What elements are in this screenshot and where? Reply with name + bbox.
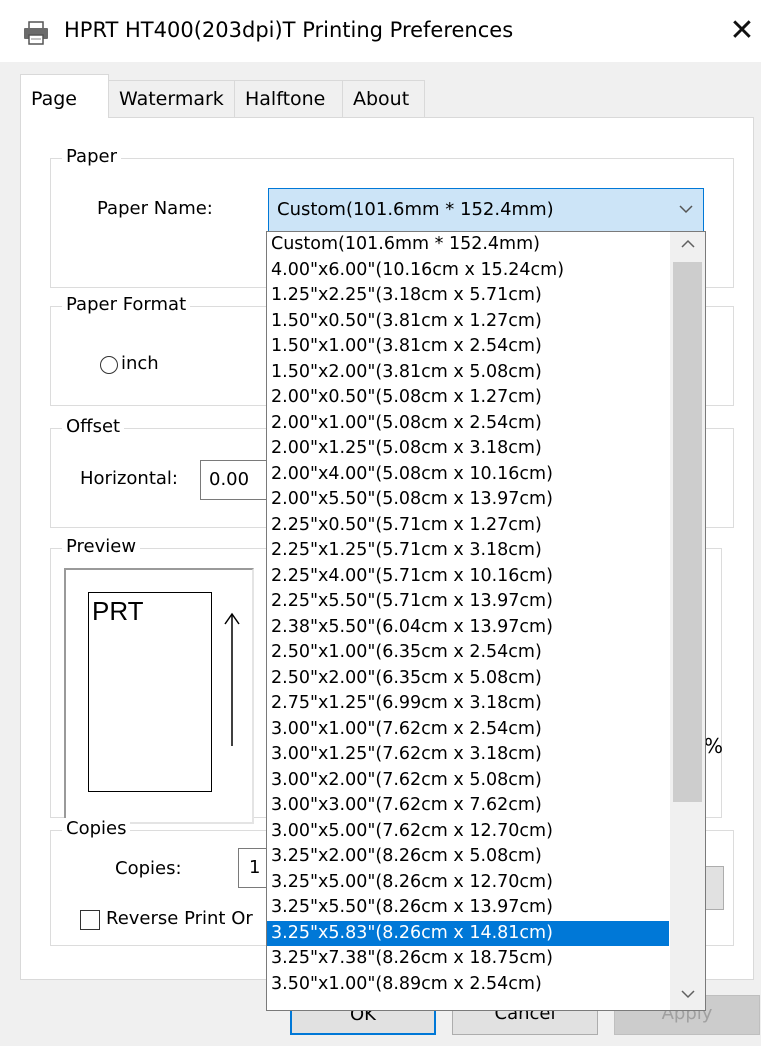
close-button[interactable]: ✕ bbox=[725, 14, 759, 48]
paper-name-label: Paper Name: bbox=[97, 198, 213, 219]
reverse-print-checkbox[interactable] bbox=[80, 910, 100, 930]
dropdown-option[interactable]: 3.50"x1.00"(8.89cm x 2.54cm) bbox=[267, 972, 669, 998]
dropdown-option[interactable]: 1.50"x0.50"(3.81cm x 1.27cm) bbox=[267, 309, 669, 335]
scroll-up-icon[interactable] bbox=[670, 236, 705, 256]
dropdown-option[interactable]: 2.00"x5.50"(5.08cm x 13.97cm) bbox=[267, 487, 669, 513]
dropdown-option[interactable]: 3.00"x2.00"(7.62cm x 5.08cm) bbox=[267, 768, 669, 794]
dropdown-option[interactable]: 2.75"x1.25"(6.99cm x 3.18cm) bbox=[267, 691, 669, 717]
dropdown-option[interactable]: 1.50"x2.00"(3.81cm x 5.08cm) bbox=[267, 360, 669, 386]
percent-fragment: % bbox=[704, 734, 724, 758]
dropdown-option-selected[interactable]: 3.25"x5.83"(8.26cm x 14.81cm) bbox=[267, 920, 669, 946]
dropdown-option[interactable]: 2.25"x4.00"(5.71cm x 10.16cm) bbox=[267, 564, 669, 590]
copies-group-label: Copies bbox=[62, 818, 131, 839]
dropdown-option[interactable]: 2.00"x4.00"(5.08cm x 10.16cm) bbox=[267, 462, 669, 488]
copies-label: Copies: bbox=[115, 858, 182, 879]
scroll-down-icon[interactable] bbox=[670, 986, 705, 1006]
tab-page[interactable]: Page bbox=[20, 74, 109, 118]
paper-name-dropdown-list[interactable]: Custom(101.6mm * 152.4mm) 4.00"x6.00"(10… bbox=[266, 231, 706, 1011]
dropdown-option[interactable]: 4.00"x6.00"(10.16cm x 15.24cm) bbox=[267, 258, 669, 284]
dropdown-option[interactable]: 2.00"x1.00"(5.08cm x 2.54cm) bbox=[267, 411, 669, 437]
paper-format-group-label: Paper Format bbox=[62, 294, 191, 315]
dropdown-scrollbar[interactable] bbox=[670, 232, 705, 1010]
horizontal-label: Horizontal: bbox=[80, 468, 178, 489]
dropdown-option[interactable]: 1.50"x1.00"(3.81cm x 2.54cm) bbox=[267, 334, 669, 360]
preview-paper-text: PRT bbox=[92, 596, 144, 626]
dropdown-option[interactable]: 3.00"x1.00"(7.62cm x 2.54cm) bbox=[267, 717, 669, 743]
dropdown-option[interactable]: 2.25"x5.50"(5.71cm x 13.97cm) bbox=[267, 589, 669, 615]
paper-group-label: Paper bbox=[62, 146, 121, 167]
window-title: HPRT HT400(203dpi)T Printing Preferences bbox=[64, 18, 514, 42]
dropdown-option[interactable]: 3.25"x5.50"(8.26cm x 13.97cm) bbox=[267, 895, 669, 921]
dropdown-option[interactable]: 3.00"x1.25"(7.62cm x 3.18cm) bbox=[267, 742, 669, 768]
dropdown-option[interactable]: 2.38"x5.50"(6.04cm x 13.97cm) bbox=[267, 615, 669, 641]
tab-about[interactable]: About bbox=[342, 80, 425, 117]
dropdown-option[interactable]: 3.00"x5.00"(7.62cm x 12.70cm) bbox=[267, 819, 669, 845]
inch-radio[interactable] bbox=[100, 356, 118, 374]
dropdown-option[interactable]: 1.25"x2.25"(3.18cm x 5.71cm) bbox=[267, 283, 669, 309]
dropdown-option[interactable]: 2.00"x0.50"(5.08cm x 1.27cm) bbox=[267, 385, 669, 411]
dropdown-option[interactable]: 3.00"x3.00"(7.62cm x 7.62cm) bbox=[267, 793, 669, 819]
dropdown-option[interactable]: 3.25"x5.00"(8.26cm x 12.70cm) bbox=[267, 870, 669, 896]
dropdown-option[interactable]: 2.25"x1.25"(5.71cm x 3.18cm) bbox=[267, 538, 669, 564]
dropdown-option[interactable]: 2.50"x2.00"(6.35cm x 5.08cm) bbox=[267, 666, 669, 692]
preview-group-label: Preview bbox=[62, 536, 141, 557]
printer-icon bbox=[22, 20, 50, 46]
dropdown-option[interactable]: Custom(101.6mm * 152.4mm) bbox=[267, 232, 669, 258]
paper-name-combobox[interactable]: Custom(101.6mm * 152.4mm) bbox=[268, 188, 704, 232]
offset-group-label: Offset bbox=[62, 416, 125, 437]
chevron-down-icon bbox=[679, 199, 693, 223]
dropdown-option[interactable]: 2.25"x0.50"(5.71cm x 1.27cm) bbox=[267, 513, 669, 539]
dropdown-option[interactable]: 2.00"x1.25"(5.08cm x 3.18cm) bbox=[267, 436, 669, 462]
reverse-print-label: Reverse Print Or bbox=[106, 908, 253, 929]
dropdown-options: Custom(101.6mm * 152.4mm) 4.00"x6.00"(10… bbox=[267, 232, 669, 997]
dropdown-option[interactable]: 3.25"x2.00"(8.26cm x 5.08cm) bbox=[267, 844, 669, 870]
dropdown-option[interactable]: 2.50"x1.00"(6.35cm x 2.54cm) bbox=[267, 640, 669, 666]
arrow-up-icon bbox=[222, 610, 242, 754]
dropdown-option[interactable]: 3.25"x7.38"(8.26cm x 18.75cm) bbox=[267, 946, 669, 972]
tab-halftone[interactable]: Halftone bbox=[234, 80, 343, 117]
inch-radio-label: inch bbox=[121, 353, 159, 374]
paper-name-value: Custom(101.6mm * 152.4mm) bbox=[277, 199, 554, 220]
scrollbar-thumb[interactable] bbox=[673, 262, 702, 802]
tab-watermark[interactable]: Watermark bbox=[108, 80, 235, 117]
